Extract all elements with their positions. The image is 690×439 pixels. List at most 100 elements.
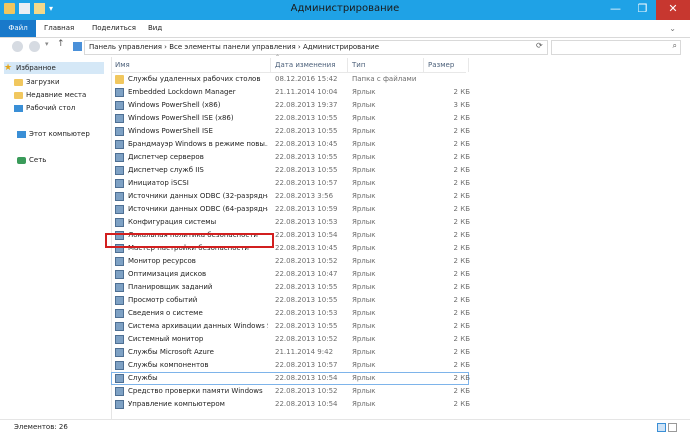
nav-recent-places[interactable]: Недавние места xyxy=(14,89,86,101)
column-name[interactable]: Имя xyxy=(111,58,271,72)
shortcut-icon xyxy=(115,296,124,305)
file-name: Брандмауэр Windows в режиме повы... xyxy=(128,140,268,148)
file-type: Ярлык xyxy=(352,179,376,187)
file-name: Инициатор iSCSI xyxy=(128,179,189,187)
file-size: 2 КБ xyxy=(453,387,470,395)
column-date[interactable]: Дата изменения xyxy=(271,58,348,72)
file-size: 2 КБ xyxy=(453,244,470,252)
tab-share[interactable]: Поделиться xyxy=(84,20,144,37)
file-row[interactable]: Управление компьютером 22.08.2013 10:54 Яр… xyxy=(111,398,470,411)
file-row[interactable]: Embedded Lockdown Manager 21.11.2014 10:0… xyxy=(111,86,470,99)
file-row[interactable]: Windows PowerShell ISE 22.08.2013 10:55 Яр… xyxy=(111,125,470,138)
forward-button[interactable] xyxy=(29,41,40,52)
file-row[interactable]: Сведения о системе 22.08.2013 10:53 Ярлык 2… xyxy=(111,307,470,320)
file-row[interactable]: Windows PowerShell (x86) 22.08.2013 19:37… xyxy=(111,99,470,112)
file-row[interactable]: Монитор ресурсов 22.08.2013 10:52 Ярлык 2 К… xyxy=(111,255,470,268)
file-type: Ярлык xyxy=(352,270,376,278)
file-size: 2 КБ xyxy=(453,192,470,200)
highlight-box xyxy=(105,233,274,248)
nav-this-pc[interactable]: Этот компьютер xyxy=(17,128,90,140)
minimize-button[interactable]: — xyxy=(602,0,629,20)
shortcut-icon xyxy=(115,140,124,149)
file-row[interactable]: Службы 22.08.2013 10:54 Ярлык 2 КБ xyxy=(111,372,470,385)
shortcut-icon xyxy=(115,101,124,110)
file-name: Оптимизация дисков xyxy=(128,270,207,278)
up-arrow-icon[interactable]: ↑ xyxy=(57,39,65,49)
file-row[interactable]: Оптимизация дисков 22.08.2013 10:47 Ярлык 2… xyxy=(111,268,470,281)
file-name: Embedded Lockdown Manager xyxy=(128,88,236,96)
file-type: Ярлык xyxy=(352,88,376,96)
file-row[interactable]: Диспетчер серверов 22.08.2013 10:55 Ярлык 2… xyxy=(111,151,470,164)
close-button[interactable]: ✕ xyxy=(656,0,690,20)
downloads-icon xyxy=(14,78,23,86)
file-name: Службы компонентов xyxy=(128,361,209,369)
file-row[interactable]: Службы удаленных рабочих столов 08.12.201… xyxy=(111,73,469,86)
file-row[interactable]: Диспетчер служб IIS 22.08.2013 10:55 Ярлык… xyxy=(111,164,470,177)
file-name: Windows PowerShell (x86) xyxy=(128,101,221,109)
file-row[interactable]: Просмотр событий 22.08.2013 10:55 Ярлык 2 К… xyxy=(111,294,470,307)
file-name: Просмотр событий xyxy=(128,296,198,304)
file-type: Ярлык xyxy=(352,348,376,356)
nav-desktop-label: Рабочий стол xyxy=(26,104,76,112)
file-type: Ярлык xyxy=(352,309,376,317)
search-input[interactable]: ⌕ xyxy=(551,40,681,55)
file-size: 2 КБ xyxy=(453,309,470,317)
file-size: 2 КБ xyxy=(453,153,470,161)
maximize-button[interactable]: ❐ xyxy=(629,0,656,20)
title-bar: ▾ Администрирование — ❐ ✕ xyxy=(0,0,690,20)
file-date: 22.08.2013 10:54 xyxy=(275,374,338,382)
file-row[interactable]: Источники данных ODBC (32-разрядна... 22.… xyxy=(111,190,470,203)
file-row[interactable]: Брандмауэр Windows в режиме повы... 22.08… xyxy=(111,138,470,151)
file-row[interactable]: Системный монитор 22.08.2013 10:52 Ярлык 2 … xyxy=(111,333,470,346)
file-date: 22.08.2013 10:54 xyxy=(275,231,338,239)
file-type: Ярлык xyxy=(352,387,376,395)
file-row[interactable]: Службы компонентов 22.08.2013 10:57 Ярлык 2… xyxy=(111,359,470,372)
column-size[interactable]: Размер xyxy=(424,58,469,72)
file-type: Ярлык xyxy=(352,153,376,161)
computer-icon xyxy=(17,130,26,138)
search-icon: ⌕ xyxy=(672,41,677,50)
file-size: 2 КБ xyxy=(453,114,470,122)
file-row[interactable]: Средство проверки памяти Windows 22.08.20… xyxy=(111,385,470,398)
file-row[interactable]: Источники данных ODBC (64-разрядна... 22.… xyxy=(111,203,470,216)
nav-desktop[interactable]: Рабочий стол xyxy=(14,102,75,114)
network-icon xyxy=(17,156,26,164)
file-date: 22.08.2013 3:56 xyxy=(275,192,334,200)
status-bar: Элементов: 26 xyxy=(0,419,690,439)
recent-locations-icon[interactable]: ▾ xyxy=(45,40,49,48)
file-type: Ярлык xyxy=(352,231,376,239)
tab-view[interactable]: Вид xyxy=(140,20,170,37)
file-date: 22.08.2013 10:52 xyxy=(275,257,338,265)
nav-favorites[interactable]: ★ Избранное xyxy=(4,62,104,74)
file-row[interactable]: Планировщик заданий 22.08.2013 10:55 Ярлык… xyxy=(111,281,470,294)
navigation-pane: ★ Избранное Загрузки Недавние места Рабо… xyxy=(0,57,112,419)
file-size: 2 КБ xyxy=(453,270,470,278)
file-type: Ярлык xyxy=(352,361,376,369)
shortcut-icon xyxy=(115,166,124,175)
file-row[interactable]: Инициатор iSCSI 22.08.2013 10:57 Ярлык 2 КБ xyxy=(111,177,470,190)
tab-home[interactable]: Главная xyxy=(36,20,82,37)
file-date: 22.08.2013 10:55 xyxy=(275,153,338,161)
shortcut-icon xyxy=(115,127,124,136)
back-button[interactable] xyxy=(12,41,23,52)
file-size: 2 КБ xyxy=(453,140,470,148)
nav-network-label: Сеть xyxy=(29,156,47,164)
large-icons-view-icon[interactable] xyxy=(668,423,677,432)
tab-file[interactable]: Файл xyxy=(0,20,36,37)
nav-downloads[interactable]: Загрузки xyxy=(14,76,60,88)
refresh-icon[interactable]: ⟳ xyxy=(536,41,543,50)
file-date: 22.08.2013 10:53 xyxy=(275,218,338,226)
file-date: 08.12.2016 15:42 xyxy=(275,75,338,83)
folder-icon xyxy=(115,75,124,84)
file-row[interactable]: Windows PowerShell ISE (x86) 22.08.2013 1… xyxy=(111,112,470,125)
details-view-icon[interactable] xyxy=(657,423,666,432)
file-row[interactable]: Службы Microsoft Azure 21.11.2014 9:42 Ярл… xyxy=(111,346,470,359)
column-type[interactable]: Тип xyxy=(348,58,424,72)
nav-network[interactable]: Сеть xyxy=(17,154,46,166)
file-size: 2 КБ xyxy=(453,88,470,96)
address-field[interactable]: Панель управления › Все элементы панели … xyxy=(84,40,548,55)
expand-ribbon-icon[interactable]: ⌄ xyxy=(669,24,676,33)
file-row[interactable]: Система архивации данных Windows S... 22.… xyxy=(111,320,470,333)
file-row[interactable]: Конфигурация системы 22.08.2013 10:53 Ярлы… xyxy=(111,216,470,229)
file-date: 22.08.2013 10:55 xyxy=(275,296,338,304)
